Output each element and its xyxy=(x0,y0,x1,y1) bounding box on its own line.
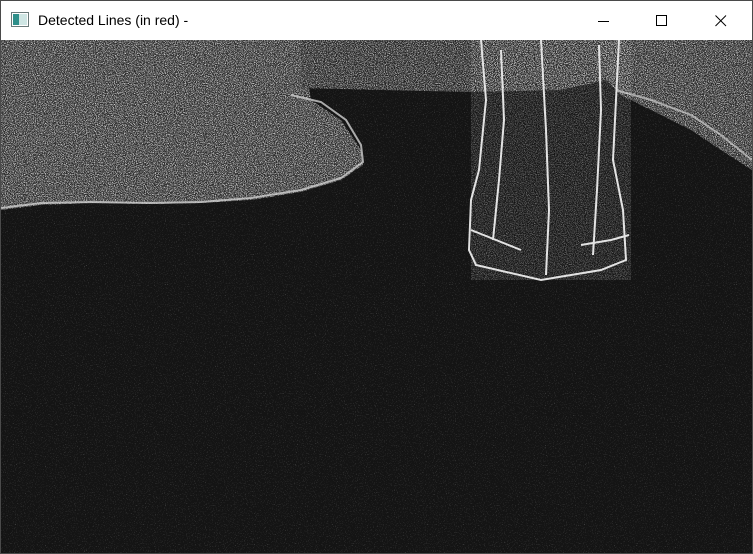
close-icon xyxy=(715,14,727,26)
close-button[interactable] xyxy=(692,1,750,40)
maximize-button[interactable] xyxy=(633,1,691,40)
edge-image-svg xyxy=(1,40,752,553)
minimize-icon xyxy=(598,20,609,22)
title-bar[interactable]: Detected Lines (in red) - xyxy=(1,1,752,40)
app-window: Detected Lines (in red) - xyxy=(0,0,753,554)
maximize-icon xyxy=(656,14,667,26)
minimize-button[interactable] xyxy=(575,1,633,40)
app-window-icon xyxy=(11,12,29,27)
trunk-texture xyxy=(471,40,631,280)
window-title: Detected Lines (in red) - xyxy=(38,12,189,28)
edge-detection-image xyxy=(1,40,752,553)
